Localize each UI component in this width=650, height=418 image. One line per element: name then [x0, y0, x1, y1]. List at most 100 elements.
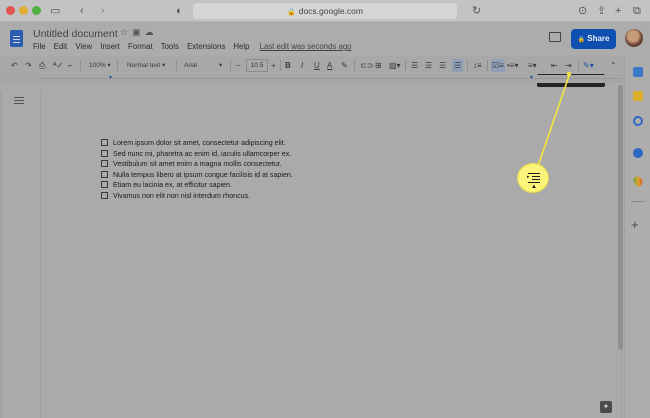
- checkbox[interactable]: [101, 170, 108, 178]
- address-bar[interactable]: 🔒 docs.google.com: [193, 3, 457, 19]
- formatting-toolbar: ↶ ↷ ⎙ ᴬ✓ ⌐ 100% ▾ Normal text ▾ Arial ▾ −…: [0, 56, 650, 75]
- docs-header: Untitled document ☆▣☁ File Edit View Ins…: [0, 22, 650, 56]
- close-window-button[interactable]: [6, 6, 15, 15]
- contacts-icon[interactable]: [633, 148, 643, 158]
- checklist: Lorem ipsum dolor sit amet, consectetur …: [101, 138, 293, 201]
- right-indent-marker-icon[interactable]: ▾: [530, 75, 533, 81]
- downloads-icon[interactable]: ⊙: [578, 3, 587, 19]
- decrease-font-size-button[interactable]: −: [236, 59, 241, 72]
- align-center-icon[interactable]: ☰: [425, 59, 432, 72]
- share-button[interactable]: 🔒 Share: [571, 29, 616, 49]
- increase-font-size-button[interactable]: +: [271, 59, 276, 72]
- forward-icon[interactable]: ›: [101, 3, 105, 19]
- document-outline-icon[interactable]: [14, 97, 24, 106]
- font-size-input[interactable]: 10.5: [246, 59, 268, 72]
- share-page-icon[interactable]: ⇪: [597, 3, 606, 19]
- tasks-icon[interactable]: [633, 116, 643, 126]
- browser-toolbar: ▭ ‹ › ◐ 🔒 docs.google.com ↻ ⊙ ⇪ + ⧉: [0, 0, 650, 22]
- menu-tools[interactable]: Tools: [161, 42, 179, 51]
- menu-edit[interactable]: Edit: [54, 42, 67, 51]
- last-edit-link[interactable]: Last edit was seconds ago: [260, 42, 352, 51]
- share-label: Share: [587, 34, 610, 43]
- menu-bar: File Edit View Insert Format Tools Exten…: [33, 42, 358, 51]
- insert-link-icon[interactable]: ⊂⊃: [360, 59, 373, 72]
- checklist-item-text[interactable]: Lorem ipsum dolor sit amet, consectetur …: [113, 139, 286, 147]
- font-value: Arial: [184, 62, 198, 69]
- calendar-icon[interactable]: [633, 67, 643, 77]
- zoom-value: 100%: [89, 62, 106, 69]
- checkbox[interactable]: [101, 160, 108, 167]
- cloud-status-icon: ☁: [144, 27, 158, 37]
- checklist-item-text[interactable]: Vivamus non elit non nisl interdum rhonc…: [113, 192, 250, 200]
- new-tab-icon[interactable]: +: [615, 3, 621, 19]
- maps-icon[interactable]: [631, 174, 645, 188]
- checklist-item: Vestibulum sit amet enim a magna mollis …: [101, 159, 293, 170]
- sidebar-toggle-icon[interactable]: ▭: [50, 3, 60, 19]
- decrease-indent-icon[interactable]: ⇤: [551, 59, 558, 72]
- document-title[interactable]: Untitled document: [33, 28, 118, 40]
- insert-image-icon[interactable]: ▨▾: [389, 59, 401, 72]
- paint-format-icon[interactable]: ⌐: [68, 59, 73, 72]
- bulleted-list-icon[interactable]: •≡▾: [507, 59, 518, 72]
- comment-history-icon[interactable]: [549, 32, 561, 42]
- zoom-window-button[interactable]: [32, 6, 41, 15]
- privacy-shield-icon[interactable]: ◐: [176, 3, 183, 19]
- checklist-item-text[interactable]: Nulla tempus libero at ipsum congue faci…: [113, 171, 293, 179]
- explore-icon[interactable]: ✦: [600, 401, 612, 413]
- left-indent-marker-icon[interactable]: ▾: [109, 75, 112, 81]
- keep-icon[interactable]: [633, 91, 643, 101]
- checklist-item-text[interactable]: Etiam eu lacinia ex, at efficitur sapien…: [113, 181, 232, 189]
- menu-view[interactable]: View: [75, 42, 92, 51]
- bold-button[interactable]: B: [285, 59, 291, 72]
- align-right-icon[interactable]: ☰: [439, 59, 446, 72]
- move-folder-icon[interactable]: ▣: [132, 27, 145, 37]
- checkbox[interactable]: [101, 139, 108, 146]
- menu-insert[interactable]: Insert: [100, 42, 120, 51]
- justify-icon[interactable]: ☰: [452, 59, 464, 72]
- docs-logo-icon[interactable]: [10, 30, 23, 47]
- checklist-item-text[interactable]: Sed nunc mi, pharetra ac enim id, iaculi…: [113, 150, 291, 158]
- scrollbar-thumb[interactable]: [618, 85, 623, 350]
- collapse-menu-icon[interactable]: ⌃: [610, 59, 617, 72]
- add-comment-icon[interactable]: ⊞: [375, 59, 382, 72]
- italic-button[interactable]: I: [301, 59, 303, 72]
- style-select[interactable]: Normal text ▾: [127, 59, 165, 72]
- menu-format[interactable]: Format: [128, 42, 153, 51]
- print-icon[interactable]: ⎙: [39, 59, 45, 72]
- checklist-icon[interactable]: ☑≡: [491, 59, 505, 72]
- vertical-ruler: [0, 90, 3, 418]
- url-text: docs.google.com: [298, 6, 363, 16]
- add-addon-icon[interactable]: +: [631, 218, 639, 231]
- underline-button[interactable]: U: [314, 59, 320, 72]
- align-left-icon[interactable]: ☰: [411, 59, 418, 72]
- font-select[interactable]: Arial ▾: [184, 59, 222, 72]
- text-color-button[interactable]: A: [327, 59, 332, 72]
- back-icon[interactable]: ‹: [80, 3, 84, 19]
- checklist-item-text[interactable]: Vestibulum sit amet enim a magna mollis …: [113, 160, 282, 168]
- menu-extensions[interactable]: Extensions: [187, 42, 225, 51]
- menu-help[interactable]: Help: [233, 42, 249, 51]
- line-spacing-icon[interactable]: ↕≡: [473, 59, 482, 72]
- checkbox[interactable]: [101, 191, 108, 199]
- vertical-scrollbar[interactable]: [617, 83, 624, 353]
- zoom-select[interactable]: 100% ▾: [89, 59, 111, 72]
- pointer-arrow-icon: ▲: [531, 184, 537, 190]
- increase-indent-icon[interactable]: ⇥: [565, 59, 572, 72]
- minimize-window-button[interactable]: [19, 6, 28, 15]
- undo-icon[interactable]: ↶: [11, 59, 18, 72]
- star-icon[interactable]: ☆: [120, 27, 132, 37]
- checkbox[interactable]: [101, 181, 108, 188]
- side-panel: +: [624, 56, 650, 418]
- highlight-color-icon[interactable]: ✎: [341, 59, 348, 72]
- checklist-item: Lorem ipsum dolor sit amet, consectetur …: [101, 138, 293, 149]
- spellcheck-icon[interactable]: ᴬ✓: [53, 59, 63, 72]
- tab-overview-icon[interactable]: ⧉: [633, 3, 641, 19]
- editing-mode-icon[interactable]: ✎▾: [583, 59, 594, 72]
- reload-icon[interactable]: ↻: [472, 3, 481, 19]
- numbered-list-icon[interactable]: ≡▾: [528, 59, 537, 72]
- menu-file[interactable]: File: [33, 42, 46, 51]
- avatar[interactable]: [625, 29, 643, 47]
- checkbox[interactable]: [101, 149, 108, 157]
- redo-icon[interactable]: ↷: [25, 59, 32, 72]
- checklist-item: Vivamus non elit non nisl interdum rhonc…: [101, 191, 293, 202]
